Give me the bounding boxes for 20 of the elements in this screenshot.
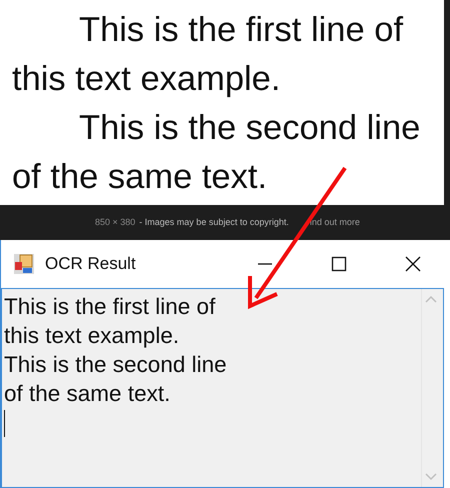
copyright-notice: - Images may be subject to copyright. (139, 216, 289, 226)
text-area[interactable]: This is the first line of this text example. This is the second line of the same text. (1, 288, 444, 488)
text-line: this text example. (4, 322, 180, 350)
find-out-more-link[interactable]: ind out more (310, 216, 360, 226)
app-icon (13, 253, 35, 275)
text-line: This is the second line (78, 108, 422, 149)
text-line: This is the second line (4, 351, 228, 379)
window-title: OCR Result (45, 254, 137, 274)
text-line: This is the first line of (4, 293, 216, 321)
text-line: this text example. (12, 59, 282, 100)
text-line: of the same text. (4, 380, 172, 408)
text-line: of the same text. (12, 157, 268, 198)
text-cursor (4, 410, 5, 437)
scroll-down-icon[interactable] (425, 473, 437, 481)
image-size: 850 × 380 (95, 216, 136, 226)
close-icon (405, 256, 421, 272)
maximize-icon (331, 256, 347, 272)
minimize-icon (257, 263, 273, 265)
scroll-up-icon[interactable] (425, 295, 437, 303)
text-line: This is the first line of (78, 10, 404, 51)
